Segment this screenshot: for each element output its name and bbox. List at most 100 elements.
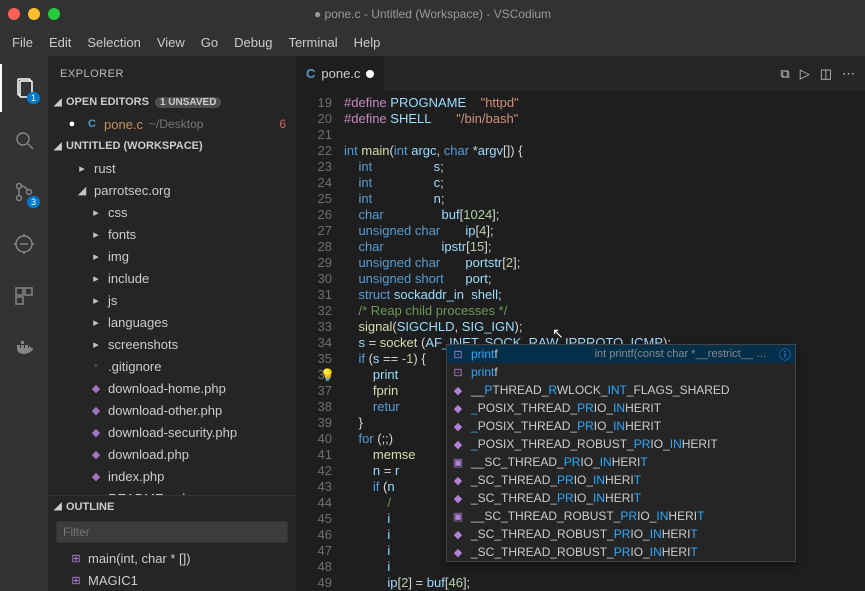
suggestion-item[interactable]: ◆_POSIX_THREAD_ROBUST_PRIO_INHERIT	[447, 435, 795, 453]
explorer-icon[interactable]: 1	[0, 64, 48, 112]
file-download-other-php[interactable]: ◆download-other.php	[48, 399, 296, 421]
suggestion-kind-icon: ◆	[451, 420, 465, 433]
outline-filter-input[interactable]	[56, 521, 288, 543]
suggestion-item[interactable]: ◆ _POSIX_THREAD_PRIO_INHERIT	[447, 417, 795, 435]
file-download-home-php[interactable]: ◆ download-home.php	[48, 377, 296, 399]
suggestion-label: _POSIX_THREAD_PRIO_INHERIT	[471, 419, 661, 433]
docker-icon[interactable]	[0, 324, 48, 372]
menu-view[interactable]: View	[149, 31, 193, 54]
tree-label: download-home.php	[108, 381, 226, 396]
code-line-49[interactable]: ip[2] = buf[46];	[344, 575, 817, 591]
tab-bar: C pone.c ⧉ ▷ ◫ ⋯	[296, 56, 865, 91]
code-line-22[interactable]: int main(int argc, char *argv[]) {	[344, 143, 817, 159]
menu-selection[interactable]: Selection	[79, 31, 148, 54]
menu-edit[interactable]: Edit	[41, 31, 79, 54]
code-line-31[interactable]: struct sockaddr_in shell;	[344, 287, 817, 303]
suggestion-kind-icon: ▣	[451, 456, 465, 469]
code-line-29[interactable]: unsigned char portstr[2];	[344, 255, 817, 271]
file--gitignore[interactable]: ◦.gitignore	[48, 355, 296, 377]
code-line-27[interactable]: unsigned char ip[4];	[344, 223, 817, 239]
debug-icon[interactable]	[0, 220, 48, 268]
tab-label: pone.c	[321, 66, 360, 81]
suggestion-item[interactable]: ◆_SC_THREAD_PRIO_INHERIT	[447, 489, 795, 507]
file-icon: ◆	[88, 382, 104, 395]
compare-icon[interactable]: ⧉	[780, 66, 789, 82]
search-icon[interactable]	[0, 116, 48, 164]
suggestion-item[interactable]: ▣ __SC_THREAD_PRIO_INHERIT	[447, 453, 795, 471]
extensions-icon[interactable]	[0, 272, 48, 320]
suggestion-item[interactable]: ◆_SC_THREAD_ROBUST_PRIO_INHERIT	[447, 543, 795, 561]
menu-help[interactable]: Help	[346, 31, 389, 54]
autocomplete-popup[interactable]: ⊡printfint printf(const char *__restrict…	[446, 344, 796, 562]
suggestion-item[interactable]: ▣__SC_THREAD_ROBUST_PRIO_INHERIT	[447, 507, 795, 525]
suggestion-item[interactable]: ⊡printfint printf(const char *__restrict…	[447, 345, 795, 363]
folder-js[interactable]: ▸js	[48, 289, 296, 311]
code-line-26[interactable]: char buf[1024];	[344, 207, 817, 223]
code-line-21[interactable]	[344, 127, 817, 143]
suggestion-item[interactable]: ◆_SC_THREAD_PRIO_INHERIT	[447, 471, 795, 489]
file-index-php[interactable]: ◆index.php	[48, 465, 296, 487]
code-line-20[interactable]: #define SHELL "/bin/bash"	[344, 111, 817, 127]
folder-img[interactable]: ▸img	[48, 245, 296, 267]
menu-terminal[interactable]: Terminal	[280, 31, 345, 54]
code-line-30[interactable]: unsigned short port;	[344, 271, 817, 287]
file-download-php[interactable]: ◆download.php	[48, 443, 296, 465]
maximize-window[interactable]	[48, 8, 60, 20]
symbol-name: main(int, char * [])	[88, 551, 191, 566]
code-line-19[interactable]: #define PROGNAME "httpd"	[344, 95, 817, 111]
file-download-security-php[interactable]: ◆download-security.php	[48, 421, 296, 443]
menubar: FileEditSelectionViewGoDebugTerminalHelp	[0, 28, 865, 56]
outline-item[interactable]: ⊞main(int, char * [])	[48, 547, 296, 569]
workspace-header[interactable]: ◢ UNTITLED (WORKSPACE)	[48, 135, 296, 157]
close-window[interactable]	[8, 8, 20, 20]
outline-header[interactable]: ◢ OUTLINE	[48, 495, 296, 517]
folder-include[interactable]: ▸include	[48, 267, 296, 289]
folder-parrotsec-org[interactable]: ◢parrotsec.org	[48, 179, 296, 201]
folder-css[interactable]: ▸css	[48, 201, 296, 223]
tab-pone-c[interactable]: C pone.c	[296, 56, 385, 91]
more-icon[interactable]: ⋯	[842, 66, 855, 82]
code-line-25[interactable]: int n;	[344, 191, 817, 207]
lightbulb-icon[interactable]: 💡	[320, 367, 335, 383]
open-editors-header[interactable]: ◢ OPEN EDITORS 1 UNSAVED	[48, 91, 296, 113]
split-icon[interactable]: ◫	[820, 66, 832, 82]
modified-dot-icon: ●	[64, 118, 80, 130]
suggestion-label: __PTHREAD_RWLOCK_INT_FLAGS_SHARED	[471, 383, 730, 397]
open-editors-label: OPEN EDITORS	[66, 96, 149, 108]
minimap[interactable]	[817, 91, 865, 591]
run-icon[interactable]: ▷	[800, 66, 810, 82]
menu-go[interactable]: Go	[193, 31, 226, 54]
chevron-down-icon: ◢	[54, 501, 62, 512]
folder-rust[interactable]: ▸rust	[48, 157, 296, 179]
explorer-badge: 1	[27, 92, 40, 104]
folder-languages[interactable]: ▸languages	[48, 311, 296, 333]
file-readme-md[interactable]: ▾README.md	[48, 487, 296, 495]
code-line-23[interactable]: int s;	[344, 159, 817, 175]
suggestion-label: _SC_THREAD_PRIO_INHERIT	[471, 491, 641, 505]
tree-label: download-other.php	[108, 403, 222, 418]
suggestion-item[interactable]: ◆_SC_THREAD_ROBUST_PRIO_INHERIT	[447, 525, 795, 543]
open-editor-item[interactable]: ●Cpone.c~/Desktop6	[48, 113, 296, 135]
titlebar: ● pone.c - Untitled (Workspace) - VSCodi…	[0, 0, 865, 28]
code-line-32[interactable]: /* Reap child processes */	[344, 303, 817, 319]
folder-fonts[interactable]: ▸fonts	[48, 223, 296, 245]
code-line-33[interactable]: signal(SIGCHLD, SIG_IGN);	[344, 319, 817, 335]
code-line-24[interactable]: int c;	[344, 175, 817, 191]
window-title: ● pone.c - Untitled (Workspace) - VSCodi…	[314, 7, 551, 21]
tree-label: screenshots	[108, 337, 178, 352]
menu-debug[interactable]: Debug	[226, 31, 280, 54]
menu-file[interactable]: File	[4, 31, 41, 54]
c-file-icon: C	[306, 66, 315, 81]
suggestion-item[interactable]: ◆_POSIX_THREAD_PRIO_INHERIT	[447, 399, 795, 417]
minimize-window[interactable]	[28, 8, 40, 20]
suggestion-item[interactable]: ◆__PTHREAD_RWLOCK_INT_FLAGS_SHARED	[447, 381, 795, 399]
suggestion-label: __SC_THREAD_PRIO_INHERIT	[471, 455, 648, 469]
info-icon[interactable]: ⓘ	[779, 346, 791, 363]
tree-label: index.php	[108, 469, 164, 484]
folder-screenshots[interactable]: ▸screenshots	[48, 333, 296, 355]
scm-icon[interactable]: 3	[0, 168, 48, 216]
outline-item[interactable]: ⊞MAGIC1	[48, 569, 296, 591]
file-icon: ◦	[88, 360, 104, 372]
suggestion-item[interactable]: ⊡printf	[447, 363, 795, 381]
code-line-28[interactable]: char ipstr[15];	[344, 239, 817, 255]
